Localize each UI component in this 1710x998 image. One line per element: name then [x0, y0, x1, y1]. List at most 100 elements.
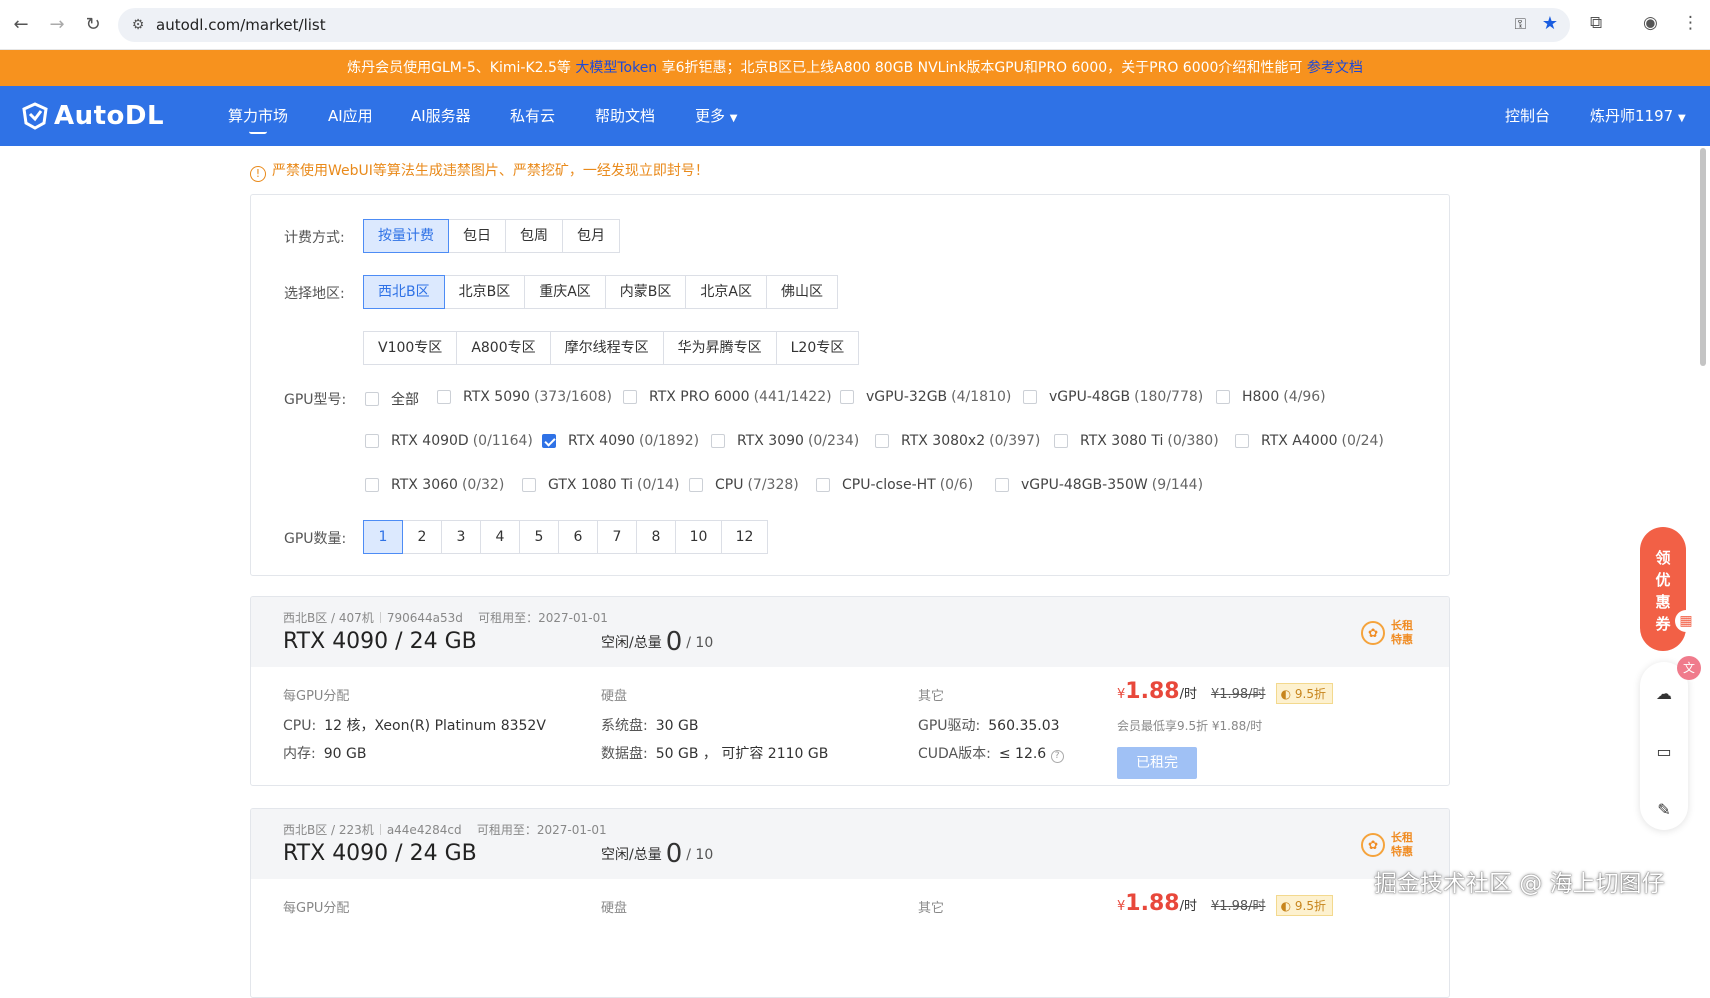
gpu-option[interactable]: RTX 3060 (0/32)	[365, 477, 504, 493]
watermark: 掘金技术社区 @ 海上切图仔	[1374, 871, 1665, 897]
gpu-option[interactable]: CPU (7/328)	[689, 477, 799, 493]
nav-more[interactable]: 更多 ▼	[695, 86, 738, 146]
announcement-bar: 炼丹会员使用GLM-5、Kimi-K2.5等 大模型Token 享6折钜惠；北京…	[0, 50, 1710, 86]
gpu-option[interactable]: vGPU-48GB (180/778)	[1023, 389, 1203, 405]
gpu-option[interactable]: RTX 3080 Ti (0/380)	[1054, 433, 1219, 449]
checkbox-checked[interactable]	[542, 434, 556, 448]
gpu-option[interactable]: vGPU-48GB-350W (9/144)	[995, 477, 1203, 493]
gpu-option[interactable]: 全部	[365, 389, 419, 409]
count-option[interactable]: 8	[636, 520, 676, 554]
billing-weekly[interactable]: 包周	[505, 219, 563, 253]
count-option[interactable]: 5	[519, 520, 559, 554]
checkbox[interactable]	[522, 478, 536, 492]
count-option[interactable]: 4	[480, 520, 520, 554]
notice-link-docs[interactable]: 参考文档	[1307, 60, 1363, 76]
gpu-option[interactable]: RTX 5090 (373/1608)	[437, 389, 612, 405]
checkbox[interactable]	[365, 478, 379, 492]
count-option[interactable]: 10	[675, 520, 722, 554]
zone-item[interactable]: 华为昇腾专区	[662, 331, 777, 365]
url-text[interactable]: autodl.com/market/list	[156, 16, 326, 34]
gpu-count-group: 1 2 3 4 5 6 7 8 10 12	[363, 520, 768, 554]
avail-free: 0	[665, 627, 683, 657]
region-item[interactable]: 北京B区	[443, 275, 526, 309]
checkbox[interactable]	[365, 434, 379, 448]
checkbox[interactable]	[875, 434, 889, 448]
billing-hourly[interactable]: 按量计费	[363, 219, 449, 253]
gpu-option[interactable]: CPU-close-HT (0/6)	[816, 477, 973, 493]
count-option[interactable]: 6	[558, 520, 598, 554]
warning-icon: !	[250, 166, 266, 182]
checkbox[interactable]	[1216, 390, 1230, 404]
more-menu-icon[interactable]: ⋮	[1682, 13, 1699, 33]
user-menu[interactable]: 炼丹师1197 ▼	[1590, 86, 1686, 146]
checkbox[interactable]	[995, 478, 1009, 492]
forward-icon[interactable]: →	[46, 14, 68, 36]
card-title: RTX 4090 / 24 GB	[283, 629, 477, 654]
zone-item[interactable]: 摩尔线程专区	[549, 331, 664, 365]
help-icon[interactable]: ?	[1050, 750, 1064, 763]
gpu-option[interactable]: RTX A4000 (0/24)	[1235, 433, 1384, 449]
gpu-option[interactable]: GTX 1080 Ti (0/14)	[522, 477, 679, 493]
long-rent-badge[interactable]: ✿ 长租 特惠	[1361, 831, 1413, 859]
bookmark-star-icon[interactable]: ★	[1542, 13, 1558, 34]
nav-private-cloud[interactable]: 私有云	[510, 86, 555, 146]
address-bar[interactable]: ⚙ autodl.com/market/list ⚿ ★	[118, 8, 1570, 42]
zone-item[interactable]: L20专区	[775, 331, 860, 365]
region-item[interactable]: 重庆A区	[524, 275, 606, 309]
billing-daily[interactable]: 包日	[448, 219, 506, 253]
notice-link-token[interactable]: 大模型Token	[575, 60, 657, 76]
checkbox[interactable]	[711, 434, 725, 448]
checkbox[interactable]	[1235, 434, 1249, 448]
profile-icon[interactable]: ◉	[1643, 13, 1658, 33]
logo[interactable]: AutoDL	[20, 100, 164, 132]
count-option[interactable]: 12	[721, 520, 768, 554]
feedback-icon[interactable]: ▭	[1654, 742, 1674, 762]
region-item[interactable]: 北京A区	[685, 275, 767, 309]
page-scrollbar[interactable]	[1700, 148, 1706, 366]
checkbox[interactable]	[689, 478, 703, 492]
wechat-icon[interactable]: ☁	[1654, 684, 1674, 704]
count-option[interactable]: 1	[363, 520, 403, 554]
rented-out-button[interactable]: 已租完	[1117, 747, 1197, 779]
long-rent-badge[interactable]: ✿ 长租 特惠	[1361, 619, 1413, 647]
nav-ai-servers[interactable]: AI服务器	[411, 86, 471, 146]
checkbox[interactable]	[437, 390, 451, 404]
nav-help-docs[interactable]: 帮助文档	[595, 86, 655, 146]
gpu-option[interactable]: RTX PRO 6000 (441/1422)	[623, 389, 832, 405]
site-settings-icon[interactable]: ⚙	[128, 15, 148, 35]
nav-market[interactable]: 算力市场	[228, 86, 288, 146]
count-option[interactable]: 3	[441, 520, 481, 554]
reload-icon[interactable]: ↻	[82, 14, 104, 36]
sys-key: 系统盘:	[601, 718, 648, 734]
gpu-option[interactable]: RTX 4090D (0/1164)	[365, 433, 533, 449]
gpu-option[interactable]: vGPU-32GB (4/1810)	[840, 389, 1011, 405]
gpu-name: RTX PRO 6000	[649, 389, 750, 405]
gpu-option[interactable]: RTX 3080x2 (0/397)	[875, 433, 1040, 449]
region-item[interactable]: 西北B区	[363, 275, 445, 309]
checkbox[interactable]	[623, 390, 637, 404]
checkbox[interactable]	[365, 392, 379, 406]
edit-icon[interactable]: ✎	[1654, 800, 1674, 820]
gpu-option-selected[interactable]: RTX 4090 (0/1892)	[542, 433, 699, 449]
back-icon[interactable]: ←	[10, 14, 32, 36]
nav-ai-apps[interactable]: AI应用	[328, 86, 373, 146]
billing-monthly[interactable]: 包月	[562, 219, 620, 253]
region-item[interactable]: 佛山区	[765, 275, 838, 309]
zone-item[interactable]: A800专区	[456, 331, 551, 365]
checkbox[interactable]	[840, 390, 854, 404]
region-item[interactable]: 内蒙B区	[604, 275, 687, 309]
nav-console[interactable]: 控制台	[1505, 86, 1550, 146]
zone-item[interactable]: V100专区	[363, 331, 458, 365]
apps-grid-icon[interactable]: ▦	[1675, 610, 1697, 632]
extensions-icon[interactable]: ⧉	[1590, 13, 1602, 33]
count-option[interactable]: 7	[597, 520, 637, 554]
gpu-option[interactable]: H800 (4/96)	[1216, 389, 1326, 405]
checkbox[interactable]	[1023, 390, 1037, 404]
checkbox[interactable]	[1054, 434, 1068, 448]
checkbox[interactable]	[816, 478, 830, 492]
translate-icon[interactable]: 文	[1677, 656, 1701, 680]
gpu-option[interactable]: RTX 3090 (0/234)	[711, 433, 859, 449]
password-key-icon[interactable]: ⚿	[1515, 15, 1526, 33]
count-option[interactable]: 2	[402, 520, 442, 554]
coupon-button[interactable]: 领 优 惠 券	[1640, 527, 1686, 651]
